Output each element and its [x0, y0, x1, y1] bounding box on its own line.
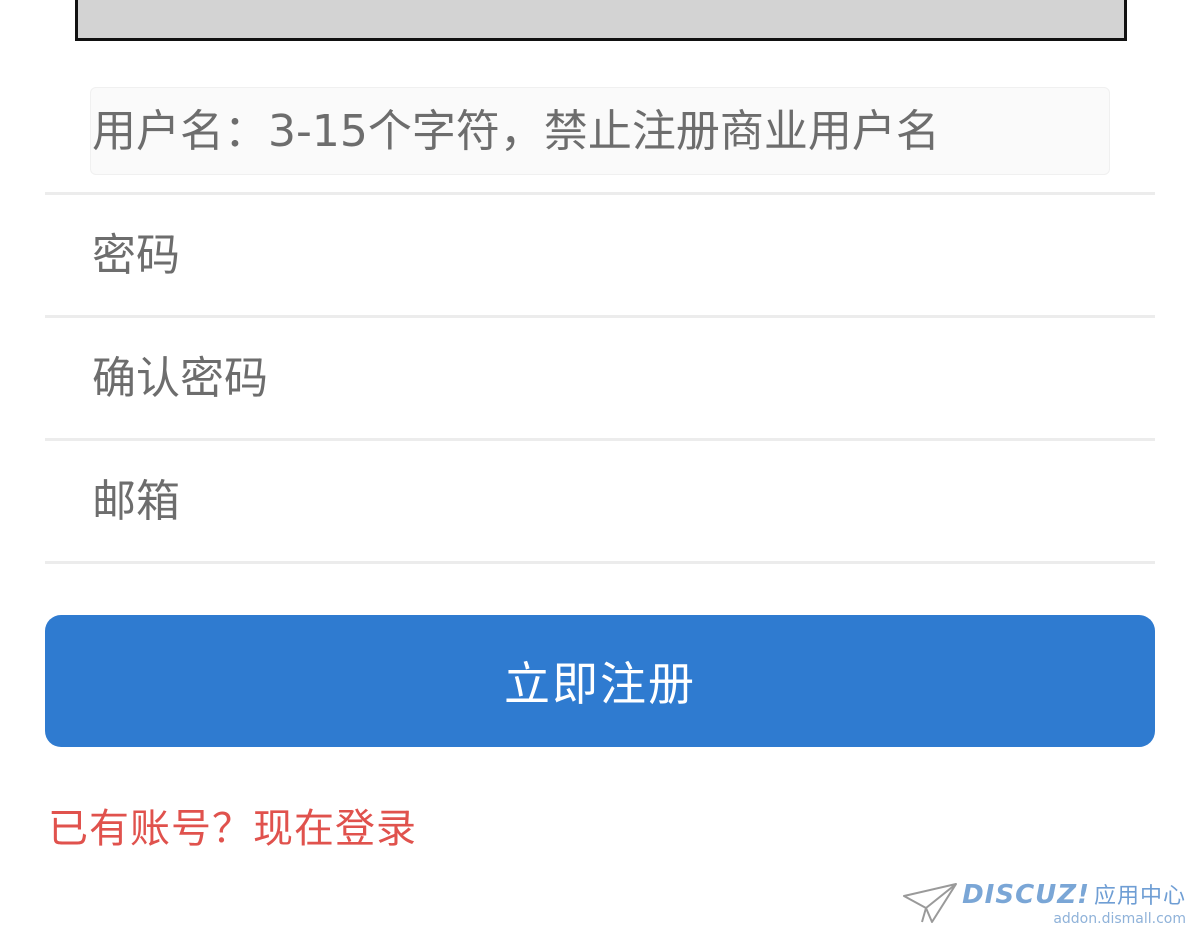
password-row [45, 195, 1155, 318]
password-input[interactable] [90, 195, 1110, 315]
username-row [45, 85, 1155, 195]
confirm-password-input[interactable] [90, 318, 1110, 438]
watermark-url: addon.dismall.com [1053, 911, 1186, 927]
email-row [45, 441, 1155, 564]
register-page: 立即注册 已有账号？现在登录 DISCUZ!应用中心 addon.dismall… [0, 0, 1200, 945]
register-button[interactable]: 立即注册 [45, 615, 1155, 747]
login-link[interactable]: 已有账号？现在登录 [48, 796, 417, 854]
top-banner-placeholder [75, 0, 1127, 41]
watermark-text: DISCUZ! 应用中心 addon.dismall.com [962, 881, 1186, 927]
email-input[interactable] [90, 441, 1110, 561]
watermark-brand-en: DISCUZ! [962, 880, 1090, 910]
paper-plane-icon [903, 883, 958, 923]
watermark: DISCUZ! 应用中心 addon.dismall.com [902, 879, 1186, 929]
username-input[interactable] [90, 87, 1110, 175]
confirm-password-row [45, 318, 1155, 441]
watermark-brand-cn: 应用中心 [1093, 884, 1186, 909]
register-form [45, 85, 1155, 564]
watermark-brand: DISCUZ! 应用中心 [962, 881, 1186, 911]
